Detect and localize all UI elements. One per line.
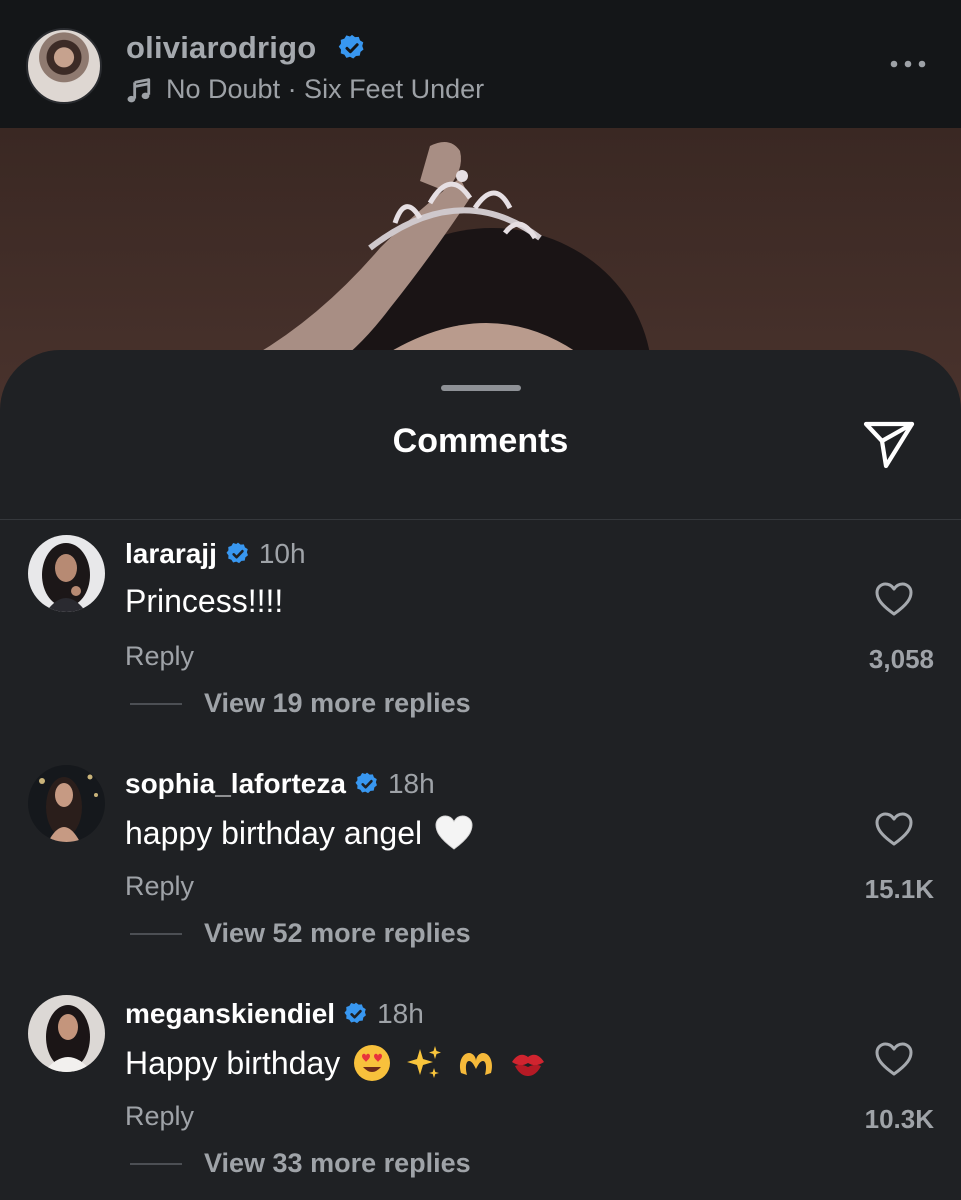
music-note-icon bbox=[127, 78, 151, 103]
commenter-avatar[interactable] bbox=[28, 765, 105, 842]
view-more-replies-button[interactable]: View 33 more replies bbox=[204, 1148, 471, 1179]
view-more-replies-button[interactable]: View 52 more replies bbox=[204, 918, 471, 949]
replies-connector-line bbox=[130, 1163, 182, 1165]
kiss-mark-emoji-icon bbox=[508, 1043, 548, 1083]
commenter-avatar[interactable] bbox=[28, 535, 105, 612]
verified-badge-icon bbox=[226, 542, 248, 564]
comment-text: Happy birthday bbox=[125, 1043, 548, 1083]
like-heart-icon[interactable] bbox=[874, 580, 914, 620]
comment-header: lararajj 10h bbox=[125, 538, 306, 570]
like-heart-icon[interactable] bbox=[874, 1040, 914, 1080]
replies-connector-line bbox=[130, 933, 182, 935]
comments-sheet: Comments lararajj 10h Princess!!!! Reply… bbox=[0, 350, 961, 1200]
commenter-username[interactable]: meganskiendiel bbox=[125, 998, 335, 1030]
white-heart-icon bbox=[434, 813, 474, 853]
like-heart-icon[interactable] bbox=[874, 810, 914, 850]
reply-button[interactable]: Reply bbox=[125, 1101, 194, 1132]
verified-badge-icon bbox=[338, 34, 364, 59]
sparkles-emoji-icon bbox=[404, 1043, 444, 1083]
commenter-avatar[interactable] bbox=[28, 995, 105, 1072]
comment-item: meganskiendiel 18h Happy birthday Reply … bbox=[0, 995, 961, 1200]
comment-text-content: Happy birthday bbox=[125, 1044, 341, 1081]
comment-text-content: Princess!!!! bbox=[125, 583, 284, 619]
sheet-grabber-handle[interactable] bbox=[441, 385, 521, 391]
comments-title: Comments bbox=[392, 422, 569, 460]
reply-button[interactable]: Reply bbox=[125, 871, 194, 902]
music-track-label[interactable]: No Doubt · Six Feet Under bbox=[166, 74, 484, 105]
comment-timestamp: 18h bbox=[377, 998, 424, 1029]
post-header: oliviarodrigo No Doubt · Six Feet Under bbox=[0, 0, 961, 128]
verified-badge-icon bbox=[355, 772, 377, 794]
share-send-icon[interactable] bbox=[858, 414, 920, 474]
sheet-divider bbox=[0, 519, 961, 520]
verified-badge-icon bbox=[344, 1002, 367, 1024]
more-options-icon[interactable] bbox=[888, 56, 928, 72]
post-author-username[interactable]: oliviarodrigo bbox=[126, 30, 316, 66]
comment-item: lararajj 10h Princess!!!! Reply View 19 … bbox=[0, 535, 961, 765]
like-count: 15.1K bbox=[864, 874, 934, 904]
comment-item: sophia_laforteza 18h happy birthday ange… bbox=[0, 765, 961, 995]
commenter-username[interactable]: lararajj bbox=[125, 538, 217, 570]
comment-text: Princess!!!! bbox=[125, 583, 283, 620]
replies-connector-line bbox=[130, 703, 182, 705]
like-count: 3,058 bbox=[868, 644, 934, 674]
heart-eyes-emoji-icon bbox=[352, 1043, 392, 1083]
comment-text: happy birthday angel bbox=[125, 813, 474, 853]
comment-timestamp: 18h bbox=[387, 768, 435, 799]
commenter-username[interactable]: sophia_laforteza bbox=[125, 768, 346, 800]
heart-hands-emoji-icon bbox=[456, 1043, 496, 1083]
post-author-avatar[interactable] bbox=[26, 28, 102, 104]
reply-button[interactable]: Reply bbox=[125, 641, 194, 672]
comment-header: sophia_laforteza 18h bbox=[125, 768, 435, 800]
comment-timestamp: 10h bbox=[258, 538, 306, 569]
comment-text-content: happy birthday angel bbox=[125, 814, 423, 851]
like-count: 10.3K bbox=[864, 1104, 934, 1134]
view-more-replies-button[interactable]: View 19 more replies bbox=[204, 688, 471, 719]
comment-header: meganskiendiel 18h bbox=[125, 998, 424, 1030]
